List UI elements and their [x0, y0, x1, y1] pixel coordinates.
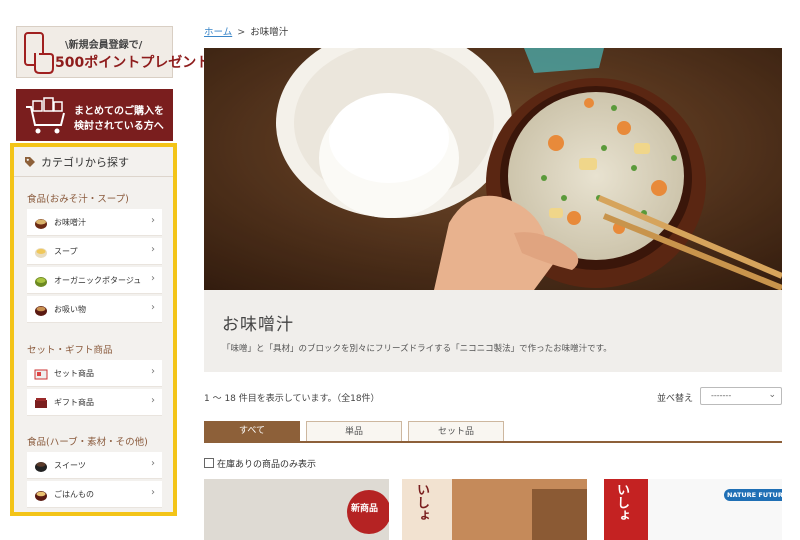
- category-panel: カテゴリから探す 食品(おみそ汁・スープ) お味噌汁 › スープ › オーガニッ…: [10, 143, 177, 516]
- new-product-badge: 新商品: [351, 504, 379, 514]
- hero-image: [204, 48, 782, 290]
- tabs-underline: [204, 441, 782, 443]
- category-item-label: お吸い物: [54, 305, 86, 314]
- clear-soup-thumbnail-icon: [35, 306, 47, 316]
- breadcrumb-home-link[interactable]: ホーム: [204, 27, 232, 38]
- category-item-organic-potage[interactable]: オーガニックポタージュ ›: [27, 267, 162, 294]
- sort-select-value: -------: [711, 391, 732, 400]
- register-banner-line1: \新規会員登録で/: [65, 40, 143, 51]
- chevron-right-icon: ›: [151, 366, 155, 377]
- product-card[interactable]: いしょ NATURE FUTURE: [604, 479, 782, 540]
- category-item-label: オーガニックポタージュ: [54, 276, 142, 285]
- set-thumbnail-icon: [34, 369, 48, 380]
- shopping-cart-icon: [26, 97, 65, 134]
- gift-box-thumbnail-icon: [35, 398, 47, 408]
- category-item-clear-soup[interactable]: お吸い物 ›: [27, 296, 162, 323]
- sort-label: 並べ替え: [657, 394, 694, 404]
- chevron-right-icon: ›: [151, 458, 155, 469]
- register-banner-line2: 500ポイントプレゼント: [55, 55, 211, 71]
- category-item-label: スイーツ: [54, 461, 86, 470]
- breadcrumb-current: お味噌汁: [250, 27, 289, 38]
- miso-soup-thumbnail-icon: [35, 219, 47, 229]
- product-package-label: いしょ: [414, 483, 429, 522]
- page-description: 「味噌」と「具材」のブロックを別々にフリーズドライする「ニコニコ製法」で作ったお…: [222, 344, 612, 354]
- soup-thumbnail-icon: [35, 248, 47, 258]
- chevron-right-icon: ›: [151, 487, 155, 498]
- breadcrumb: ホーム > お味噌汁: [204, 24, 288, 38]
- category-item-label: ギフト商品: [54, 398, 94, 407]
- register-banner[interactable]: \新規会員登録で/ 500ポイントプレゼント: [16, 26, 210, 78]
- smartphone-tap-icon: [24, 32, 54, 74]
- bulk-order-banner-line2: 検討されている方へ: [74, 121, 164, 132]
- category-item-rice[interactable]: ごはんもの ›: [27, 481, 162, 508]
- category-item-set[interactable]: セット商品 ›: [27, 360, 162, 387]
- stock-filter[interactable]: 在庫ありの商品のみ表示: [204, 457, 316, 470]
- chevron-right-icon: ›: [151, 302, 155, 313]
- sweets-thumbnail-icon: [35, 462, 47, 472]
- rice-bowl-thumbnail-icon: [35, 491, 47, 501]
- stock-filter-label: 在庫ありの商品のみ表示: [217, 460, 317, 470]
- sort-select[interactable]: ------- ⌄: [700, 387, 782, 405]
- stock-filter-checkbox[interactable]: [204, 458, 214, 468]
- tab-set[interactable]: セット品: [408, 421, 504, 442]
- category-item-sweets[interactable]: スイーツ ›: [27, 452, 162, 479]
- category-item-gift[interactable]: ギフト商品 ›: [27, 389, 162, 416]
- category-group-soup: 食品(おみそ汁・スープ): [27, 194, 129, 205]
- category-header: カテゴリから探す: [14, 147, 173, 177]
- category-item-soup[interactable]: スープ ›: [27, 238, 162, 265]
- page-title: お味噌汁: [222, 315, 294, 335]
- chevron-down-icon: ⌄: [768, 390, 776, 400]
- chevron-right-icon: ›: [151, 395, 155, 406]
- tag-icon: [25, 157, 35, 167]
- breadcrumb-separator: >: [237, 27, 246, 38]
- category-item-label: お味噌汁: [54, 218, 86, 227]
- product-card[interactable]: 新商品: [204, 479, 389, 540]
- bulk-order-banner-line1: まとめてのご購入を: [74, 106, 164, 117]
- chevron-right-icon: ›: [151, 215, 155, 226]
- product-package-label: いしょ: [614, 483, 629, 522]
- bulk-order-banner[interactable]: まとめてのご購入を 検討されている方へ: [16, 89, 173, 141]
- category-info: お味噌汁 「味噌」と「具材」のブロックを別々にフリーズドライする「ニコニコ製法」…: [204, 290, 782, 372]
- category-title: カテゴリから探す: [41, 156, 129, 169]
- category-group-set-gift: セット・ギフト商品: [27, 345, 113, 356]
- tab-all[interactable]: すべて: [204, 421, 300, 442]
- category-item-label: ごはんもの: [54, 490, 94, 499]
- category-item-miso-soup[interactable]: お味噌汁 ›: [27, 209, 162, 236]
- potage-thumbnail-icon: [35, 277, 47, 287]
- miso-soup-photo: [204, 48, 782, 290]
- category-item-label: セット商品: [54, 369, 94, 378]
- nature-future-logo: NATURE FUTURE: [724, 489, 782, 501]
- category-group-herb-other: 食品(ハーブ・素材・その他): [27, 437, 148, 448]
- result-count: 1 〜 18 件目を表示しています。（全18件）: [204, 394, 380, 404]
- chevron-right-icon: ›: [151, 244, 155, 255]
- chevron-right-icon: ›: [151, 273, 155, 284]
- product-card[interactable]: いしょ: [402, 479, 587, 540]
- tab-single[interactable]: 単品: [306, 421, 402, 442]
- category-item-label: スープ: [54, 247, 78, 256]
